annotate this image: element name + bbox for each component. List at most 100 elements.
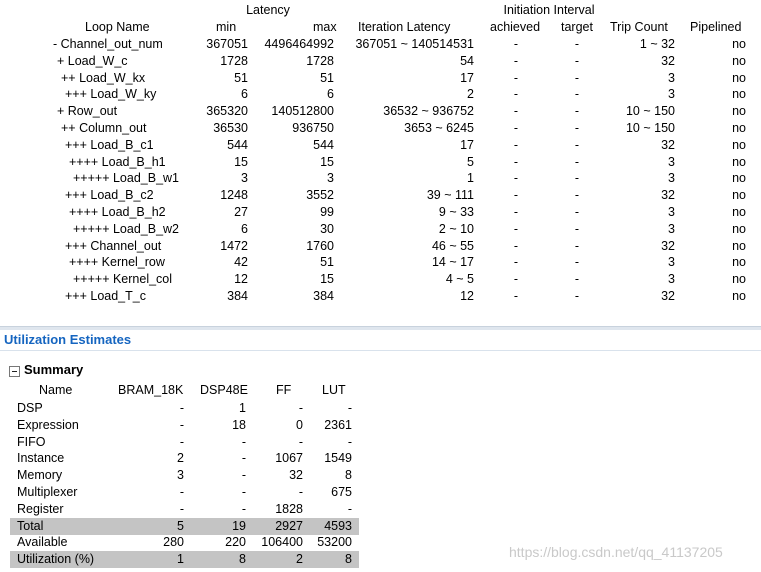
trip-count-cell: 3 — [668, 272, 675, 287]
summary-row[interactable]: DSP - 1 - - — [0, 400, 761, 417]
utilization-section-title: Utilization Estimates — [4, 332, 132, 347]
max-header[interactable]: max — [313, 20, 337, 34]
section-underline — [0, 350, 761, 351]
pane-divider[interactable] — [0, 326, 761, 330]
achieved-cell: - — [513, 221, 519, 236]
max-cell: 51 — [320, 70, 334, 85]
iteration-latency-header[interactable]: Iteration Latency — [358, 20, 450, 34]
loop-row[interactable]: ++++ Load_B_h2 27 99 9 ~ 33 - - 3 no — [0, 204, 761, 221]
min-cell: 15 — [234, 154, 248, 169]
pipelined-cell: no — [732, 87, 746, 102]
loop-row[interactable]: ++ Load_W_kx 51 51 17 - - 3 no — [0, 70, 761, 87]
collapse-icon[interactable] — [9, 366, 20, 377]
loop-name-cell: +++++ Load_B_w2 — [73, 221, 179, 236]
loop-name-cell: +++ Load_B_c1 — [65, 137, 154, 152]
loop-row[interactable]: ++++ Load_B_h1 15 15 5 - - 3 no — [0, 154, 761, 171]
min-cell: 1472 — [220, 238, 248, 253]
loop-row[interactable]: +++++ Kernel_col 12 15 4 ~ 5 - - 3 no — [0, 271, 761, 288]
summary-row[interactable]: Instance 2 - 1067 1549 — [0, 450, 761, 467]
loop-name-cell: ++++ Load_B_h2 — [69, 205, 166, 219]
pipelined-cell: no — [732, 188, 746, 203]
trip-count-cell: 3 — [668, 221, 675, 236]
pipelined-header[interactable]: Pipelined — [690, 20, 741, 34]
trip-count-header[interactable]: Trip Count — [610, 20, 668, 34]
summary-row[interactable]: Expression - 18 0 2361 — [0, 417, 761, 434]
achieved-cell: - — [513, 154, 519, 169]
max-cell: 15 — [320, 272, 334, 287]
summary-row[interactable]: Memory 3 - 32 8 — [0, 467, 761, 484]
trip-count-cell: 3 — [668, 154, 675, 169]
dsp-cell: - — [241, 434, 246, 449]
summary-row[interactable]: Register - - 1828 - — [0, 501, 761, 518]
min-cell: 6 — [241, 221, 248, 236]
achieved-cell: - — [513, 137, 519, 152]
lut-cell: 8 — [345, 468, 352, 483]
trip-count-cell: 32 — [661, 137, 675, 152]
loop-name-header[interactable]: Loop Name — [85, 20, 150, 34]
min-cell: 365320 — [206, 104, 248, 119]
summary-name-cell: DSP — [17, 401, 43, 415]
bram-cell: - — [179, 401, 184, 415]
loop-row[interactable]: +++ Load_T_c 384 384 12 - - 32 no — [0, 288, 761, 305]
min-cell: 544 — [227, 137, 248, 152]
max-cell: 544 — [313, 137, 334, 152]
min-header[interactable]: min — [216, 20, 236, 34]
loop-row[interactable]: +++ Load_B_c2 1248 3552 39 ~ 111 - - 32 no — [0, 187, 761, 204]
target-cell: - — [574, 221, 580, 236]
dsp-cell: 19 — [232, 518, 246, 533]
bram-cell: - — [179, 417, 184, 432]
target-cell: - — [574, 37, 580, 51]
loop-name-cell: +++++ Load_B_w1 — [73, 171, 179, 186]
pipelined-cell: no — [732, 272, 746, 287]
loop-row[interactable]: - Channel_out_num 367051 4496464992 367051 … — [0, 36, 761, 53]
summary-row[interactable]: FIFO - - - - — [0, 434, 761, 451]
ff-header: FF — [276, 383, 292, 397]
min-cell: 1728 — [220, 53, 248, 68]
trip-count-cell: 32 — [661, 53, 675, 68]
achieved-header[interactable]: achieved — [490, 20, 540, 34]
summary-name-cell: Available — [17, 535, 68, 550]
achieved-cell: - — [513, 272, 519, 287]
trip-count-cell: 3 — [668, 205, 675, 219]
summary-row[interactable]: Total 5 19 2927 4593 — [0, 518, 761, 535]
target-cell: - — [574, 238, 580, 253]
latency-group-header: Latency — [246, 3, 290, 17]
iteration-latency-cell: 46 ~ 55 — [431, 238, 474, 253]
summary-row[interactable]: Multiplexer - - - 675 — [0, 484, 761, 501]
loop-row[interactable]: +++ Load_W_ky 6 6 2 - - 3 no — [0, 86, 761, 103]
target-header[interactable]: target — [561, 20, 593, 34]
loop-row[interactable]: +++ Load_B_c1 544 544 17 - - 32 no — [0, 137, 761, 154]
loop-name-cell: +++ Load_T_c — [65, 289, 146, 303]
achieved-cell: - — [513, 171, 519, 186]
pipelined-cell: no — [732, 53, 746, 68]
watermark: https://blog.csdn.net/qq_41137205 — [509, 544, 723, 560]
loop-row[interactable]: +++ Channel_out 1472 1760 46 ~ 55 - - 32 no — [0, 238, 761, 255]
pipelined-cell: no — [732, 221, 746, 236]
loop-row[interactable]: +++++ Load_B_w2 6 30 2 ~ 10 - - 3 no — [0, 221, 761, 238]
pipelined-cell: no — [732, 205, 746, 219]
target-cell: - — [574, 87, 580, 102]
bram-cell: - — [179, 485, 184, 499]
ff-cell: - — [298, 434, 303, 449]
loop-row[interactable]: + Row_out 365320 140512800 36532 ~ 936752 - -… — [0, 103, 761, 120]
loop-row[interactable]: ++++ Kernel_row 42 51 14 ~ 17 - - 3 no — [0, 254, 761, 271]
pipelined-cell: no — [732, 70, 746, 85]
achieved-cell: - — [513, 205, 519, 219]
pipelined-cell: no — [732, 121, 746, 135]
dsp-cell: 18 — [232, 417, 246, 432]
target-cell: - — [574, 53, 580, 68]
loop-row[interactable]: + Load_W_c 1728 1728 54 - - 32 no — [0, 53, 761, 70]
trip-count-cell: 3 — [668, 255, 675, 270]
target-cell: - — [574, 70, 580, 85]
summary-title[interactable]: Summary — [24, 362, 83, 377]
min-cell: 384 — [227, 289, 248, 303]
loop-row[interactable]: ++ Column_out 36530 936750 3653 ~ 6245 - - 10 … — [0, 120, 761, 137]
trip-count-cell: 32 — [661, 289, 675, 303]
summary-name-cell: Multiplexer — [17, 485, 78, 499]
pipelined-cell: no — [732, 255, 746, 270]
loop-row[interactable]: +++++ Load_B_w1 3 3 1 - - 3 no — [0, 170, 761, 187]
iteration-latency-cell: 36532 ~ 936752 — [383, 104, 474, 119]
name-header: Name — [39, 383, 73, 397]
max-cell: 1760 — [306, 238, 334, 253]
trip-count-cell: 3 — [668, 70, 675, 85]
